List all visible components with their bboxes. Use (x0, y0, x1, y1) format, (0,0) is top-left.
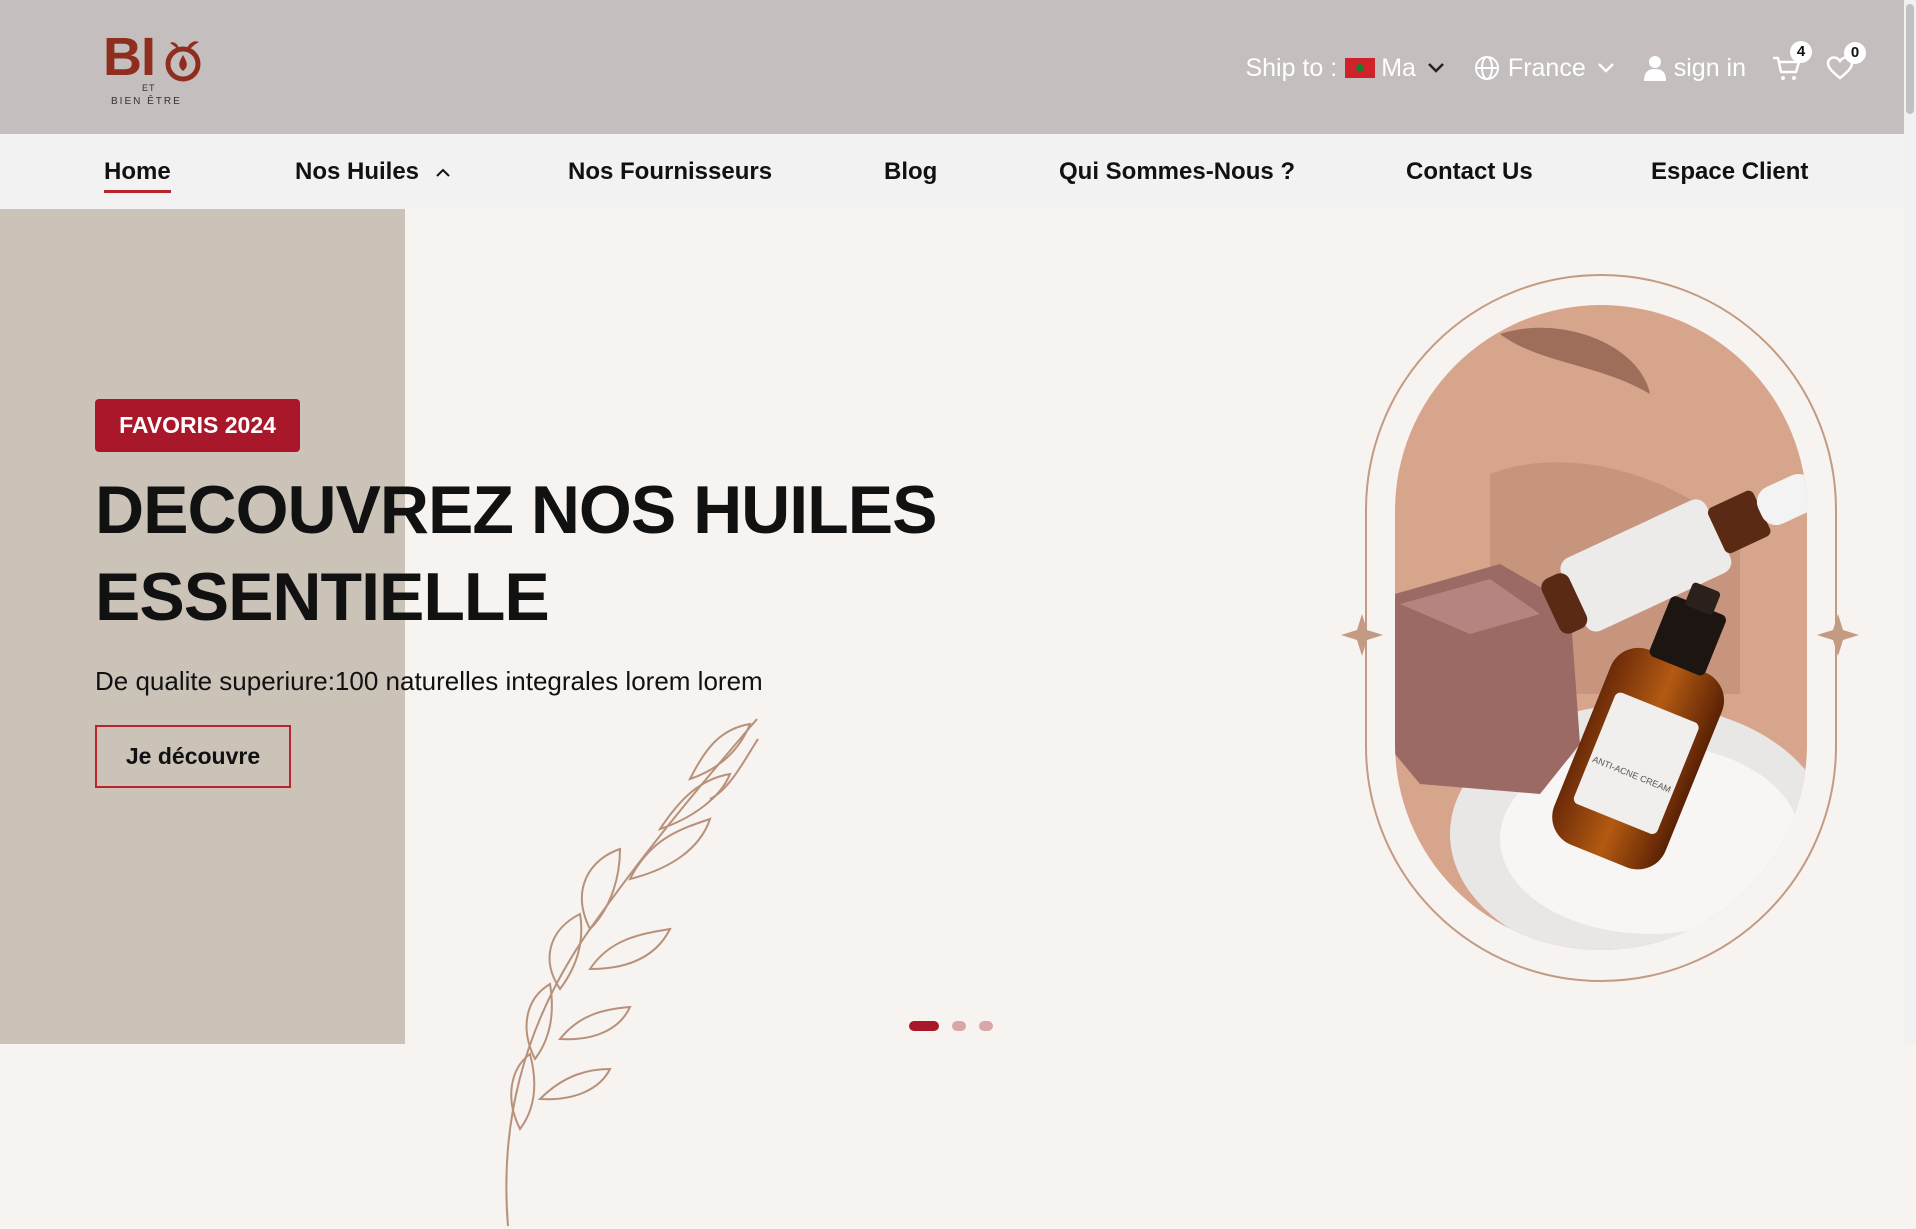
wishlist-count-badge: 0 (1844, 42, 1866, 64)
main-nav: Home Nos Huiles Nos Fournisseurs Blog Qu… (0, 134, 1904, 209)
globe-icon (1474, 56, 1499, 80)
nav-nos-fournisseurs[interactable]: Nos Fournisseurs (568, 158, 772, 186)
logo-tagline-top: ET (142, 83, 156, 93)
ship-to-label: Ship to : (1245, 53, 1338, 82)
language-selector[interactable]: France (1474, 54, 1614, 83)
nav-qui-sommes-nous[interactable]: Qui Sommes-Nous ? (1059, 158, 1295, 186)
chevron-down-icon (1597, 63, 1614, 73)
language-label: France (1507, 53, 1586, 82)
nav-nos-huiles[interactable]: Nos Huiles (295, 158, 450, 186)
branch-illustration-icon (505, 718, 759, 1227)
product-image-frame: ANTI-ACNE CREAM (1341, 274, 1859, 982)
wishlist-button[interactable]: 0 (1826, 42, 1866, 80)
ship-to-country: Ma (1381, 53, 1416, 82)
chevron-down-icon (1428, 63, 1444, 73)
scrollbar-thumb[interactable] (1906, 4, 1914, 114)
slider-dots (909, 1021, 1006, 1031)
hero-banner: FAVORIS 2024 DECOUVREZ NOS HUILES ESSENT… (0, 209, 1904, 1227)
page-scrollbar[interactable] (1904, 0, 1916, 1044)
slider-dot-1[interactable] (909, 1021, 939, 1031)
user-icon (1643, 56, 1666, 81)
hero-headline: DECOUVREZ NOS HUILES ESSENTIELLE (95, 467, 995, 641)
hero-headline-line2: ESSENTIELLE (95, 559, 550, 635)
hero-subtitle: De qualite superiure:100 naturelles inte… (95, 666, 763, 696)
nav-home[interactable]: Home (104, 158, 171, 193)
favoris-tag: FAVORIS 2024 (95, 399, 300, 452)
chevron-up-icon (435, 168, 450, 177)
cart-count-badge: 4 (1790, 41, 1812, 63)
logo-tagline: BIEN ÊTRE (111, 96, 182, 107)
morocco-flag-icon (1345, 58, 1376, 78)
nav-nos-huiles-label: Nos Huiles (295, 158, 420, 185)
slider-dot-3[interactable] (979, 1021, 993, 1031)
cart-button[interactable]: 4 (1772, 41, 1812, 81)
logo-text: BI (103, 27, 156, 87)
nav-contact-us[interactable]: Contact Us (1406, 158, 1533, 186)
slider-dot-2[interactable] (952, 1021, 966, 1031)
nav-espace-client[interactable]: Espace Client (1651, 158, 1808, 186)
header-actions: Ship to : Ma France sign in 4 0 (1215, 41, 1866, 92)
top-header: BI ET BIEN ÊTRE Ship to : Ma France sign… (0, 0, 1904, 134)
brand-logo[interactable]: BI ET BIEN ÊTRE (103, 30, 213, 110)
logo-drop-icon (165, 41, 201, 82)
nav-blog[interactable]: Blog (884, 158, 937, 186)
sign-in-label: sign in (1673, 53, 1746, 82)
discover-button[interactable]: Je découvre (95, 725, 291, 788)
hero-headline-line1: DECOUVREZ NOS HUILES (95, 472, 937, 548)
sign-in-link[interactable]: sign in (1643, 53, 1746, 83)
ship-to-selector[interactable]: Ship to : Ma (1245, 53, 1444, 83)
